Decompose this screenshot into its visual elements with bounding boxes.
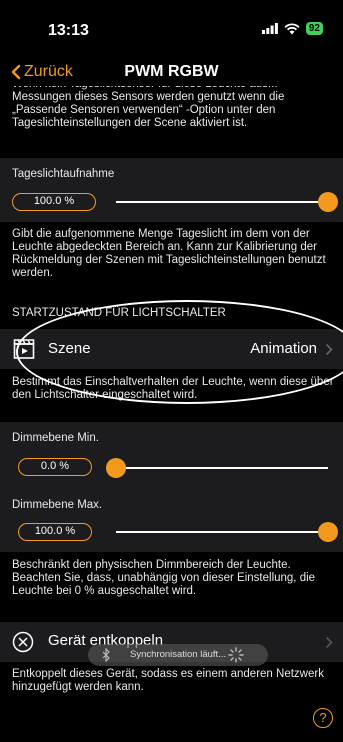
intro-section: Wenn kein Tageslichtsensor für diese Leu… — [0, 86, 343, 130]
sync-toast: Synchronisation läuft... — [88, 644, 268, 666]
unpair-description: Entkoppelt dieses Gerät, sodass es einem… — [12, 668, 324, 693]
dim-description: Beschränkt den physischen Dimmbereich de… — [12, 559, 316, 597]
dim-max-slider-track[interactable] — [116, 531, 328, 533]
daylight-slider-track[interactable] — [116, 201, 328, 203]
daylight-slider-knob[interactable] — [318, 192, 338, 212]
status-icons: 92 — [261, 22, 323, 35]
scene-row[interactable]: Szene Animation — [0, 329, 343, 369]
start-state-description: Bestimmt das Einschaltverhalten der Leuc… — [12, 376, 334, 401]
scene-clapperboard-icon — [13, 339, 35, 359]
status-bar: 13:13 92 — [0, 0, 343, 52]
spinner-icon — [228, 647, 244, 663]
dim-min-value-field[interactable]: 0.0 % — [18, 458, 92, 476]
dim-min-label: Dimmebene Min. — [12, 432, 99, 444]
help-button[interactable]: ? — [313, 708, 333, 728]
help-icon: ? — [319, 710, 327, 725]
dim-max-value-field[interactable]: 100.0 % — [18, 523, 92, 541]
daylight-value-field[interactable]: 100.0 % — [12, 193, 96, 211]
navigation-bar: Zurück PWM RGBW — [0, 58, 343, 88]
status-time: 13:13 — [48, 22, 89, 39]
scene-row-value: Animation — [250, 340, 317, 357]
daylight-label: Tageslichtaufnahme — [12, 168, 115, 180]
wifi-icon — [284, 22, 300, 34]
dim-min-slider-track[interactable] — [116, 467, 328, 469]
dimming-group: Dimmebene Min. 0.0 % Dimmebene Max. 100.… — [0, 422, 343, 552]
sync-toast-text: Synchronisation läuft... — [130, 649, 227, 660]
chevron-right-icon — [325, 636, 333, 649]
dim-max-slider-knob[interactable] — [318, 522, 338, 542]
chevron-right-icon — [325, 343, 333, 356]
daylight-group: Tageslichtaufnahme 100.0 % — [0, 158, 343, 222]
dim-min-slider-knob[interactable] — [106, 458, 126, 478]
signal-icon — [261, 23, 278, 34]
scene-row-label: Szene — [48, 340, 91, 357]
dim-max-label: Dimmebene Max. — [12, 499, 103, 511]
page-title: PWM RGBW — [124, 63, 219, 80]
bluetooth-icon — [102, 648, 110, 662]
start-state-header: STARTZUSTAND FÜR LICHTSCHALTER — [12, 307, 226, 319]
intro-text: Wenn kein Tageslichtsensor für diese Leu… — [12, 86, 285, 129]
battery-indicator: 92 — [305, 22, 323, 35]
close-circle-icon — [12, 631, 34, 653]
daylight-description: Gibt die aufgenommene Menge Tageslicht i… — [12, 228, 326, 279]
